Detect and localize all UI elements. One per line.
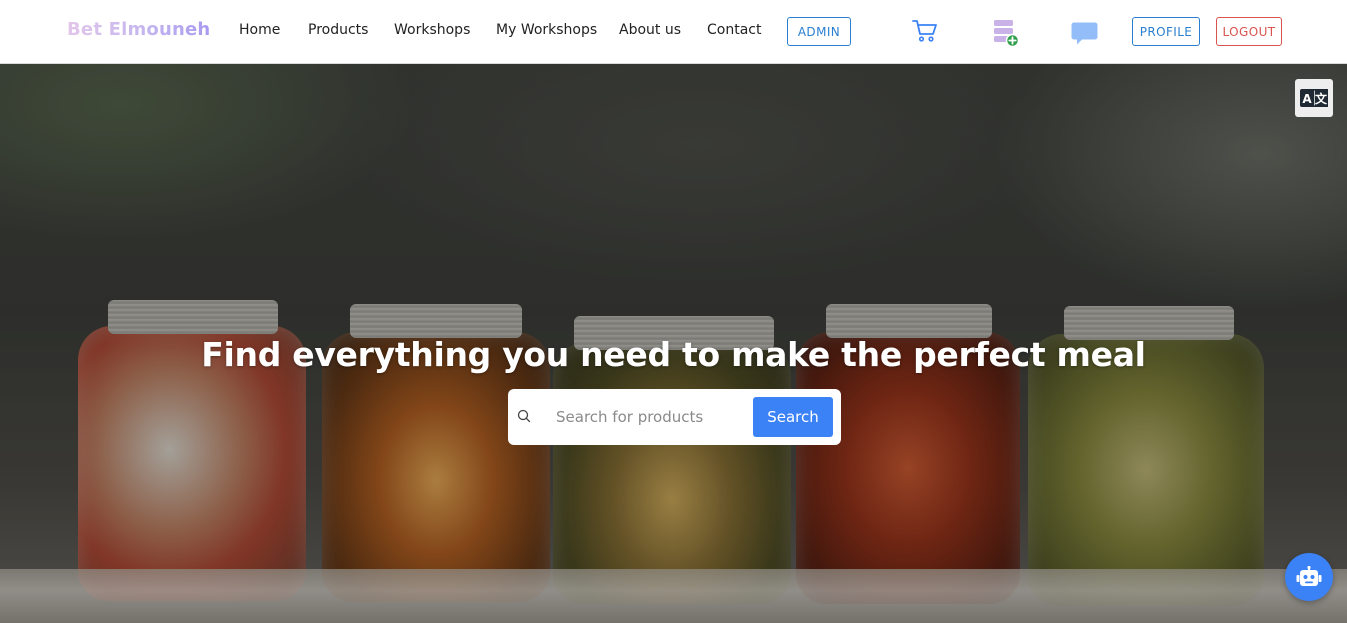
search-button[interactable]: Search <box>753 397 833 437</box>
nav-link-workshops[interactable]: Workshops <box>394 22 470 38</box>
brand-logo[interactable]: Bet Elmouneh <box>67 19 210 40</box>
translate-button[interactable]: A 文 <box>1295 79 1333 117</box>
top-navbar: Bet Elmouneh Home Products Workshops My … <box>0 0 1347 64</box>
chat-icon[interactable] <box>1071 21 1098 46</box>
nav-link-home[interactable]: Home <box>239 22 280 38</box>
hero-banner: A 文 Find everything you need to make the… <box>0 64 1347 623</box>
add-database-icon[interactable] <box>992 18 1020 48</box>
search-icon <box>517 409 531 423</box>
search-input[interactable] <box>556 403 751 431</box>
nav-link-products[interactable]: Products <box>308 22 368 38</box>
admin-button[interactable]: ADMIN <box>787 17 851 46</box>
hero-title: Find everything you need to make the per… <box>201 335 1146 374</box>
profile-button[interactable]: PROFILE <box>1132 17 1200 46</box>
search-bar: Search <box>508 389 841 445</box>
translate-icon: A 文 <box>1300 89 1328 107</box>
svg-text:A: A <box>1302 92 1312 106</box>
logout-button[interactable]: LOGOUT <box>1216 17 1282 46</box>
svg-text:文: 文 <box>1315 91 1328 106</box>
robot-icon <box>1296 566 1322 586</box>
nav-link-my-workshops[interactable]: My Workshops <box>496 22 597 38</box>
nav-link-about-us[interactable]: About us <box>619 22 681 38</box>
chatbot-button[interactable] <box>1285 553 1333 601</box>
nav-link-contact[interactable]: Contact <box>707 22 761 38</box>
cart-icon[interactable] <box>912 19 938 43</box>
